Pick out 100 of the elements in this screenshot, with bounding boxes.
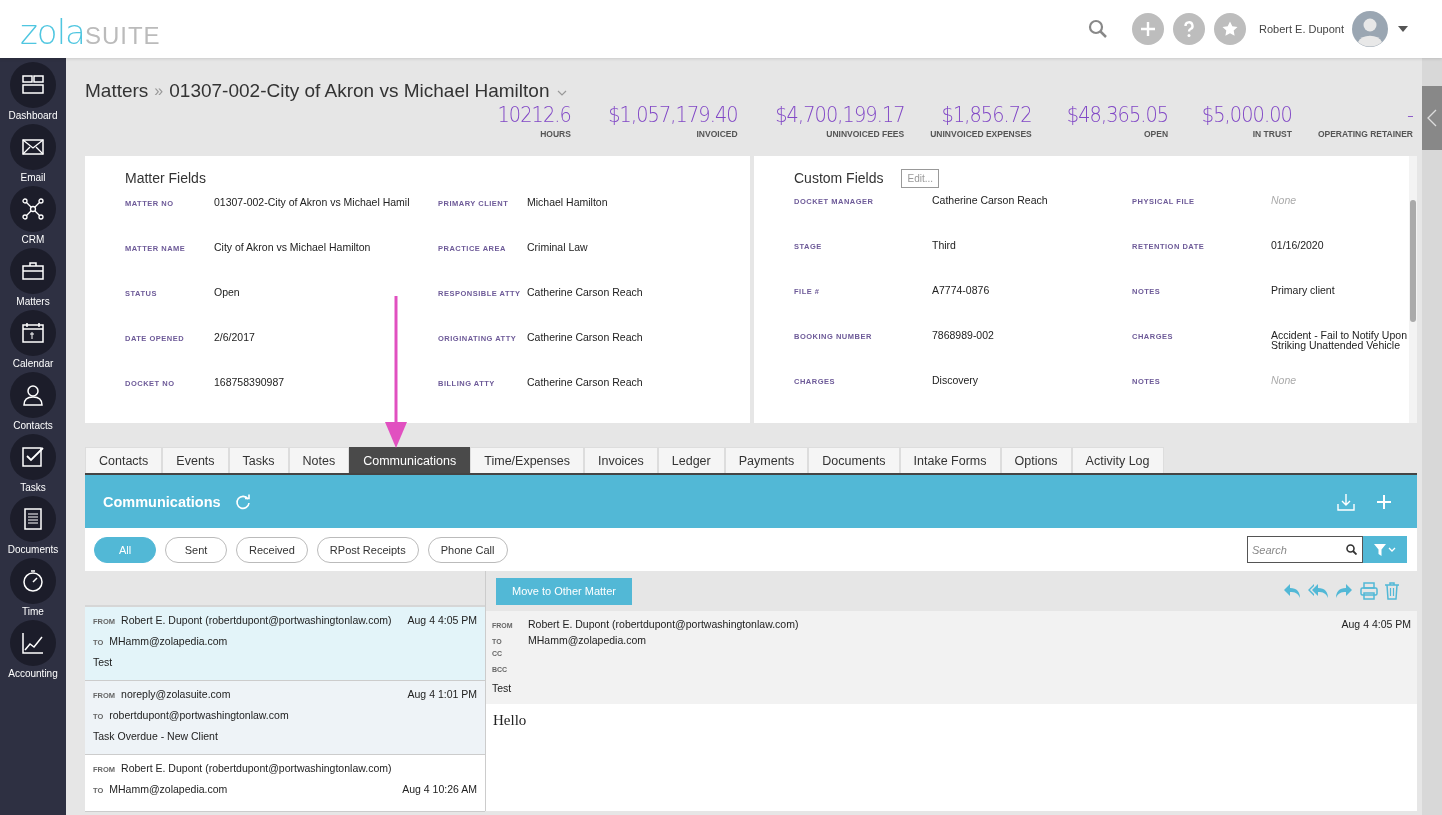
nav-button[interactable] [10,62,56,108]
nav-button[interactable] [10,186,56,232]
avatar[interactable] [1352,11,1388,47]
user-name[interactable]: Robert E. Dupont [1259,23,1344,35]
nav-label[interactable]: CRM [21,234,45,245]
tab[interactable]: Options [1000,447,1072,473]
field-value: Michael Hamilton [527,197,609,210]
trash-icon[interactable] [1385,582,1399,600]
stopwatch-icon [21,569,45,593]
field-value: None [1271,195,1298,208]
recipient: MHamm@zolapedia.com [109,635,228,647]
tab[interactable]: Payments [724,447,809,473]
nav-button[interactable] [10,620,56,666]
nav-label[interactable]: Documents [7,544,59,555]
chevron-down-icon[interactable] [557,89,568,96]
tab[interactable]: Contacts [85,447,163,473]
download-icon[interactable] [1337,492,1355,511]
recipient: robertdupont@portwashingtonlaw.com [109,709,289,721]
checkbox-icon [21,445,45,469]
tab[interactable]: Activity Log [1071,447,1164,473]
tab[interactable]: Communications [349,447,471,473]
search-icon[interactable] [1088,19,1108,39]
field-value: Catherine Carson Reach [527,287,644,300]
stat-label: UNINVOICED EXPENSES [930,129,1032,139]
message-time: Aug 4 10:26 AM [402,783,477,795]
nav-label[interactable]: Calendar [12,358,54,369]
printer-icon[interactable] [1360,582,1378,600]
tab[interactable]: Intake Forms [899,447,1001,473]
briefcase-icon [21,259,45,283]
tab[interactable]: Ledger [657,447,725,473]
field-value: Third [932,240,957,253]
nav-label[interactable]: Contacts [13,420,53,431]
nav-label[interactable]: Time [22,606,44,617]
tab[interactable]: Notes [288,447,350,473]
nav-label[interactable]: Tasks [20,482,46,493]
field-value: Catherine Carson Reach [932,195,1049,208]
refresh-icon[interactable] [234,493,251,510]
tab[interactable]: Time/Expenses [470,447,584,473]
breadcrumb-separator: » [154,82,164,100]
nav-button[interactable] [10,124,56,170]
matter-title: 01307-002-City of Akron vs Michael Hamilton [169,80,550,102]
field-value: Open [214,287,241,300]
tab[interactable]: Invoices [583,447,658,473]
nav-button[interactable] [10,434,56,480]
tab[interactable]: Events [162,447,229,473]
filter-button[interactable]: Phone Call [427,536,508,563]
nav-button[interactable] [10,372,56,418]
chevron-left-icon[interactable] [1422,86,1442,150]
network-icon [21,197,45,221]
stat-label: OPERATING RETAINER [1317,129,1413,139]
message-subject: Task Overdue - New Client [93,730,219,744]
filter-dropdown-button[interactable] [1363,536,1407,563]
nav-label[interactable]: Matters [16,296,50,307]
stat-label: HOURS [539,129,571,139]
field-value: Primary client [1271,285,1336,298]
breadcrumb-link[interactable]: Matters [85,80,149,102]
stat-value: $5,000.00 [1201,103,1292,127]
recipient: MHamm@zolapedia.com [109,783,228,795]
logo: zolaSUITE [20,12,161,52]
nav-button[interactable] [10,496,56,542]
forward-icon[interactable] [1335,583,1353,599]
reply-icon[interactable] [1283,583,1301,599]
filter-button[interactable]: Sent [165,536,227,563]
tab[interactable]: Tasks [228,447,289,473]
reply-all-icon[interactable] [1308,583,1328,599]
nav-button[interactable] [10,310,56,356]
nav-label[interactable]: Accounting [8,668,58,679]
nav-label[interactable]: Dashboard [8,110,58,121]
stat-value: 10212.6 [497,103,571,127]
panel-title: Custom Fields [794,170,884,186]
caret-icon[interactable] [1398,26,1408,32]
help-icon[interactable] [1173,13,1205,45]
plus-icon[interactable] [1377,494,1391,509]
tab[interactable]: Documents [808,447,900,473]
filter-button[interactable]: RPost Receipts [316,536,419,563]
plus-icon[interactable] [1132,13,1164,45]
filter-button[interactable]: Received [236,536,308,563]
stat-value: $1,856.72 [940,103,1032,127]
sender: noreply@zolasuite.com [121,688,231,700]
chart-icon [21,631,45,655]
field-value: Accident - Fail to Notify Upon Striking Unattended Vehicle [1271,330,1407,353]
field-value: 01/16/2020 [1271,240,1325,253]
field-value: City of Akron vs Michael Hamilton [214,242,372,255]
nav-label[interactable]: Email [20,172,46,183]
calendar-icon [21,321,45,345]
field-value: Criminal Law [527,242,589,255]
stat-value: $48,365.05 [1066,103,1169,127]
field-value: None [1271,375,1298,388]
message-time: Aug 4 1:01 PM [407,688,477,700]
search-field[interactable]: Search [1247,536,1363,563]
stat-label: UNINVOICED FEES [825,129,905,139]
nav-button[interactable] [10,558,56,604]
nav-button[interactable] [10,248,56,294]
message-subject: Test [93,656,114,670]
field-value: A7774-0876 [932,285,991,298]
funnel-icon [1374,543,1396,556]
field-value: 2/6/2017 [214,332,256,345]
field-value: Catherine Carson Reach [527,332,644,345]
section-title: Communications [103,493,221,510]
message-body: Hello [492,711,528,730]
